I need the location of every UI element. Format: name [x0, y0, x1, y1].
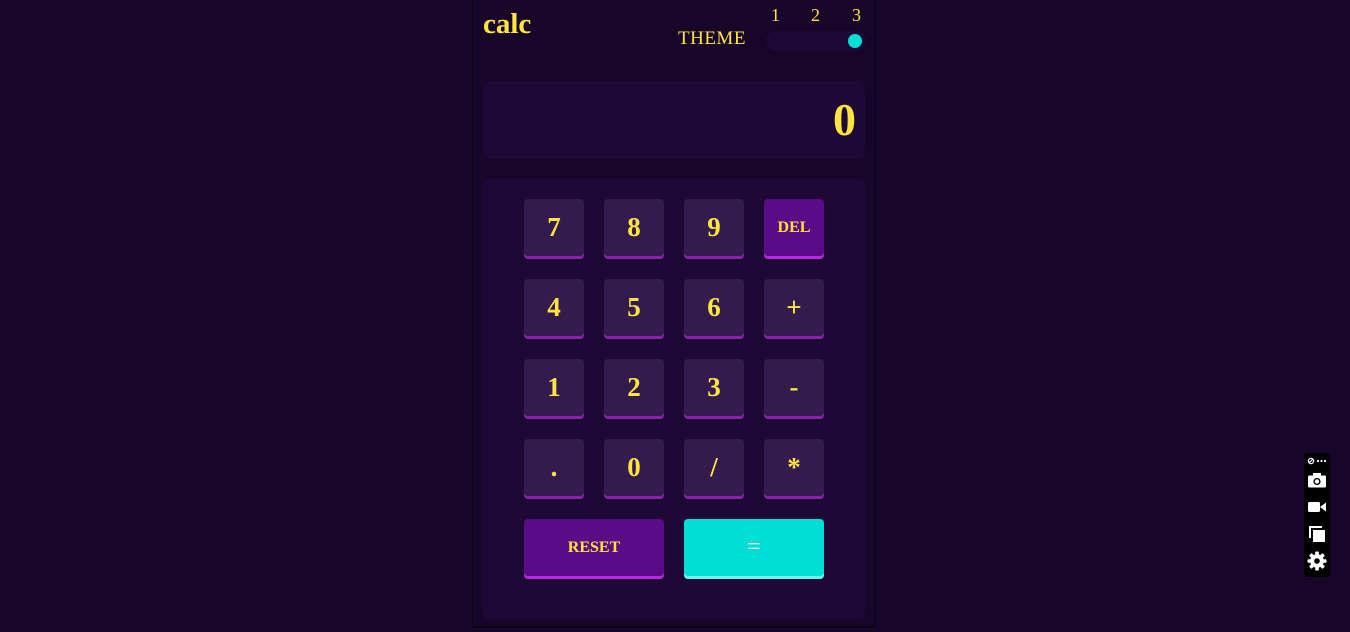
- theme-label: THEME: [678, 28, 746, 49]
- copy-window-icon[interactable]: [1304, 523, 1330, 545]
- calculator-app: calc THEME 1 2 3 0 7 8 9 DEL 4 5 6 + 1 2…: [472, 0, 875, 628]
- key-4[interactable]: 4: [524, 279, 584, 339]
- key-7[interactable]: 7: [524, 199, 584, 259]
- equals-button[interactable]: =: [684, 519, 824, 579]
- delete-button[interactable]: DEL: [764, 199, 824, 259]
- key-decimal[interactable]: .: [524, 439, 584, 499]
- key-9[interactable]: 9: [684, 199, 744, 259]
- key-divide[interactable]: /: [684, 439, 744, 499]
- camera-icon[interactable]: [1304, 469, 1330, 491]
- link-more-icon[interactable]: [1304, 454, 1330, 468]
- key-minus[interactable]: -: [764, 359, 824, 419]
- display-value: 0: [833, 94, 856, 145]
- calculator-display: 0: [483, 81, 865, 159]
- key-1[interactable]: 1: [524, 359, 584, 419]
- key-6[interactable]: 6: [684, 279, 744, 339]
- theme-toggle-knob[interactable]: [848, 34, 862, 48]
- key-5[interactable]: 5: [604, 279, 664, 339]
- video-camera-icon[interactable]: [1304, 496, 1330, 518]
- gear-icon[interactable]: [1304, 550, 1330, 572]
- theme-toggle[interactable]: [766, 31, 866, 51]
- reset-button[interactable]: RESET: [524, 519, 664, 579]
- theme-option-3: 3: [852, 5, 861, 25]
- keypad: 7 8 9 DEL 4 5 6 + 1 2 3 - . 0 / * RESET …: [482, 179, 866, 619]
- theme-option-2: 2: [811, 5, 820, 25]
- screen-recorder-toolbar: [1304, 453, 1330, 577]
- key-3[interactable]: 3: [684, 359, 744, 419]
- key-8[interactable]: 8: [604, 199, 664, 259]
- key-multiply[interactable]: *: [764, 439, 824, 499]
- key-plus[interactable]: +: [764, 279, 824, 339]
- key-2[interactable]: 2: [604, 359, 664, 419]
- theme-numbers: 1 2 3: [767, 5, 867, 27]
- key-0[interactable]: 0: [604, 439, 664, 499]
- app-logo: calc: [483, 8, 532, 40]
- theme-option-1: 1: [771, 5, 780, 25]
